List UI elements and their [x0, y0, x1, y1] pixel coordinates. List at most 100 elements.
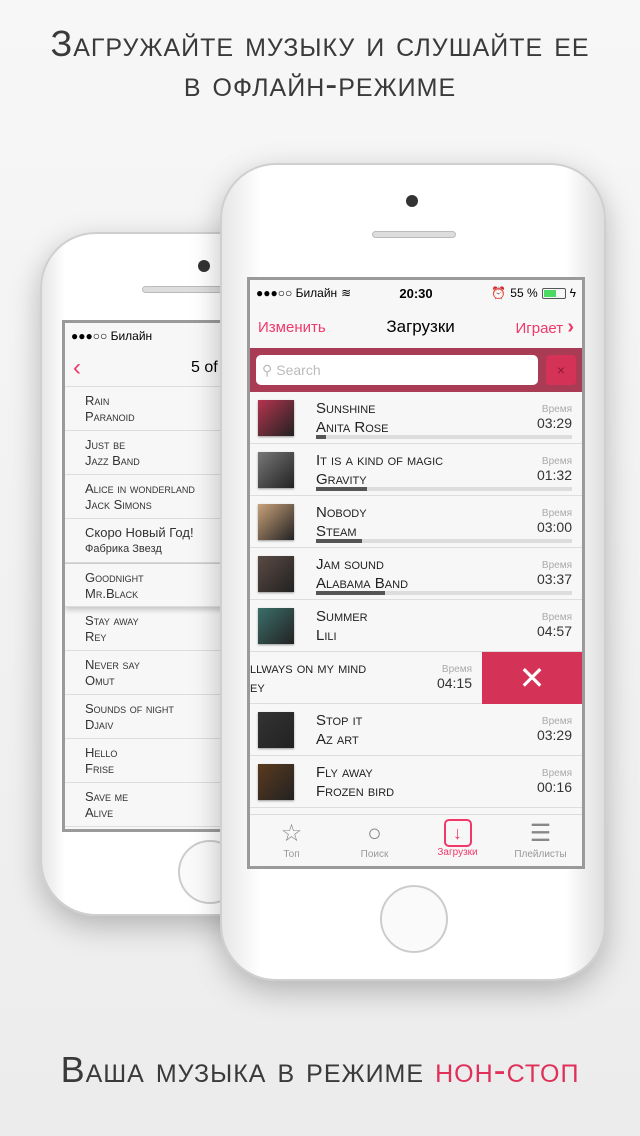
edit-button[interactable]: Изменить [258, 319, 326, 336]
list-item[interactable]: Скоро Новый Год! Фабрика Звезд [65, 519, 239, 563]
track-duration: 00:16 [536, 779, 572, 795]
back-status-bar: ●●●○○ Билайн 2 [65, 323, 239, 349]
time-label: Время [541, 456, 572, 467]
search-bar: ⚲ Search × [250, 348, 582, 392]
list-item[interactable]: Sounds of night Djaiv [65, 695, 239, 739]
track-titles: Stop it Az art [316, 711, 537, 749]
list-item[interactable]: Just be Jazz Band [65, 431, 239, 475]
download-progress [316, 487, 572, 491]
track-duration: 04:15 [436, 675, 472, 691]
track-meta: Время 04:15 [437, 664, 482, 691]
item-artist: Jazz Band [85, 453, 140, 468]
track-row[interactable]: Nobody Steam Время 03:00 [250, 496, 582, 548]
item-artist: Alive [85, 805, 114, 820]
track-title: Stop it [316, 711, 363, 729]
track-duration: 03:29 [536, 415, 572, 431]
time-label: Время [541, 768, 572, 779]
time-label: Время [441, 664, 472, 675]
tab-search[interactable]: ○ Поиск [333, 815, 416, 866]
track-artist: Alabama Band [316, 574, 409, 592]
track-meta: Время 00:16 [537, 768, 582, 795]
item-artist: Djaiv [85, 717, 114, 732]
time-label: Время [541, 612, 572, 623]
back-list: Rain Paranoid Just be Jazz Band Alice in won… [65, 387, 239, 827]
track-row[interactable]: Sunshine Anita Rose Время 03:29 [250, 392, 582, 444]
track-artist: Frozen bird [316, 782, 395, 800]
item-title: Rain [85, 393, 110, 408]
track-artist: Az art [316, 730, 359, 748]
list-item[interactable]: Alice in wonderland Jack Simons [65, 475, 239, 519]
track-duration: 03:37 [536, 571, 572, 587]
item-title: Never say [85, 657, 140, 672]
battery-icon [541, 287, 566, 299]
track-meta: Время 03:29 [537, 404, 582, 431]
list-item[interactable]: Never say Omut [65, 651, 239, 695]
headline-bottom: Ваша музыка в режиме нон-стоп [0, 1050, 640, 1090]
search-input[interactable]: ⚲ Search [256, 355, 538, 385]
item-title: Alice in wonderland [85, 481, 195, 496]
camera [198, 260, 210, 272]
time-label: Время [541, 404, 572, 415]
track-artist: Steam [316, 522, 357, 540]
tab-star[interactable]: ☆ Топ [250, 815, 333, 866]
back-chevron-icon[interactable]: ‹ [73, 354, 81, 382]
item-artist: Jack Simons [85, 497, 152, 512]
track-titles: It is a kind of magic Gravity [316, 451, 537, 489]
album-art [258, 711, 294, 748]
list-item[interactable]: Rain Paranoid [65, 387, 239, 431]
time-label: Время [541, 508, 572, 519]
item-title: Goodnight [85, 570, 144, 585]
time-label: Время [541, 560, 572, 571]
speaker [372, 231, 456, 238]
track-title: Summer [316, 607, 368, 625]
track-meta: Время 03:00 [537, 508, 582, 535]
track-titles: Jam sound Alabama Band [316, 555, 537, 593]
item-title: Just be [85, 437, 126, 452]
now-playing-label: Играет [515, 319, 564, 337]
track-title: llways on my mind [250, 659, 367, 677]
list-item[interactable]: Goodnight Mr.Black [65, 563, 239, 607]
tab-bar: ☆ Топ ○ Поиск ↓ Загрузки ☰ Плейлисты [250, 814, 582, 866]
nav-bar: Изменить Загрузки Играет › [250, 306, 582, 348]
delete-button[interactable]: ✕ [482, 652, 582, 704]
track-title: Jam sound [316, 555, 384, 573]
track-title: Nobody [316, 503, 367, 521]
chevron-right-icon: › [567, 315, 574, 338]
track-titles: llways on my mind ey [250, 659, 437, 697]
item-title: Sounds of night [85, 701, 174, 716]
track-list: Sunshine Anita Rose Время 03:29 It is a kind… [250, 392, 582, 808]
track-row-swiped[interactable]: llways on my mind ey Время 04:15 ✕ [250, 652, 582, 704]
track-titles: Summer Lili [316, 607, 537, 645]
tab-label: Загрузки [437, 847, 478, 858]
page-title: Загрузки [386, 317, 455, 336]
list-item[interactable]: Hello Frise [65, 739, 239, 783]
track-titles: Sunshine Anita Rose [316, 399, 537, 437]
track-row[interactable]: Jam sound Alabama Band Время 03:37 [250, 548, 582, 600]
track-row[interactable]: It is a kind of magic Gravity Время 01:32 [250, 444, 582, 496]
list-item[interactable]: Save me Alive [65, 783, 239, 827]
download-progress [316, 435, 572, 439]
item-title: Скоро Новый Год! [85, 525, 194, 540]
search-placeholder: Search [276, 362, 321, 378]
track-duration: 03:00 [536, 519, 572, 535]
camera [406, 195, 418, 207]
now-playing-button[interactable]: Играет › [516, 316, 575, 339]
back-screen: ●●●○○ Билайн 2 ‹ 5 of 1 RainParanoidJust… [62, 320, 242, 832]
track-duration: 01:32 [536, 467, 572, 483]
tab-playlist[interactable]: ☰ Плейлисты [499, 815, 582, 866]
album-art [258, 607, 294, 644]
track-duration: 03:29 [536, 727, 572, 743]
carrier: ●●●○○ Билайн [71, 329, 153, 343]
list-item[interactable]: Stay away Rey [65, 607, 239, 651]
search-icon: ⚲ [262, 361, 273, 378]
track-meta: Время 03:37 [537, 560, 582, 587]
track-row[interactable]: Stop it Az art Время 03:29 [250, 704, 582, 756]
search-cancel-button[interactable]: × [546, 355, 576, 385]
track-row[interactable]: Fly away Frozen bird Время 00:16 [250, 756, 582, 808]
tab-download[interactable]: ↓ Загрузки [416, 815, 499, 866]
track-row[interactable]: Summer Lili Время 04:57 [250, 600, 582, 652]
track-artist: Gravity [316, 470, 367, 488]
track-artist: ey [250, 678, 265, 696]
track-meta: Время 01:32 [537, 456, 582, 483]
item-artist: Mr.Black [85, 586, 139, 601]
